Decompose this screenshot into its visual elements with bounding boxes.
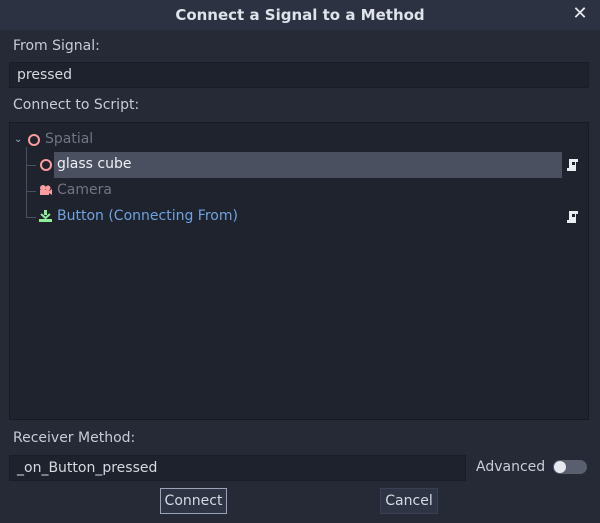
button-node-icon (39, 210, 52, 222)
dialog-title: Connect a Signal to a Method (175, 6, 425, 24)
connect-to-script-label: Connect to Script: (13, 97, 140, 113)
from-signal-field[interactable]: pressed (9, 62, 589, 88)
tree-item-label: Button (Connecting From) (57, 208, 238, 224)
camera-icon (40, 185, 52, 195)
chevron-down-icon[interactable]: ⌄ (14, 135, 24, 145)
from-signal-value: pressed (17, 67, 73, 83)
receiver-method-value: _on_Button_pressed (17, 460, 158, 476)
receiver-method-field[interactable]: _on_Button_pressed (9, 455, 466, 481)
toggle-knob (554, 461, 567, 473)
advanced-toggle-group[interactable]: Advanced (476, 455, 588, 479)
script-icon[interactable] (566, 158, 580, 172)
advanced-toggle[interactable] (553, 460, 588, 474)
connect-button[interactable]: Connect (160, 488, 227, 514)
tree-item-button[interactable]: Button (Connecting From) (10, 205, 588, 229)
tree-item-glass-cube[interactable]: glass cube (10, 153, 588, 177)
close-icon[interactable]: ✕ (570, 4, 590, 24)
from-signal-label: From Signal: (13, 38, 100, 54)
tree-item-label: Spatial (45, 131, 94, 147)
tree-item-label: glass cube (57, 156, 132, 172)
tree-item-camera[interactable]: Camera (10, 179, 588, 203)
cancel-button[interactable]: Cancel (380, 488, 438, 514)
tree-item-label: Camera (57, 182, 112, 198)
receiver-method-label: Receiver Method: (13, 430, 136, 446)
tree-item-spatial[interactable]: ⌄ Spatial (10, 128, 588, 152)
connect-signal-dialog: Connect a Signal to a Method ✕ From Sign… (0, 0, 600, 523)
spatial-node-icon (28, 134, 40, 146)
dialog-titlebar: Connect a Signal to a Method ✕ (0, 0, 600, 30)
spatial-node-icon (40, 159, 52, 171)
script-icon[interactable] (566, 210, 580, 224)
advanced-label: Advanced (476, 459, 546, 475)
scene-tree[interactable]: ⌄ Spatial glass cube Camera Button (Conn… (9, 122, 589, 420)
